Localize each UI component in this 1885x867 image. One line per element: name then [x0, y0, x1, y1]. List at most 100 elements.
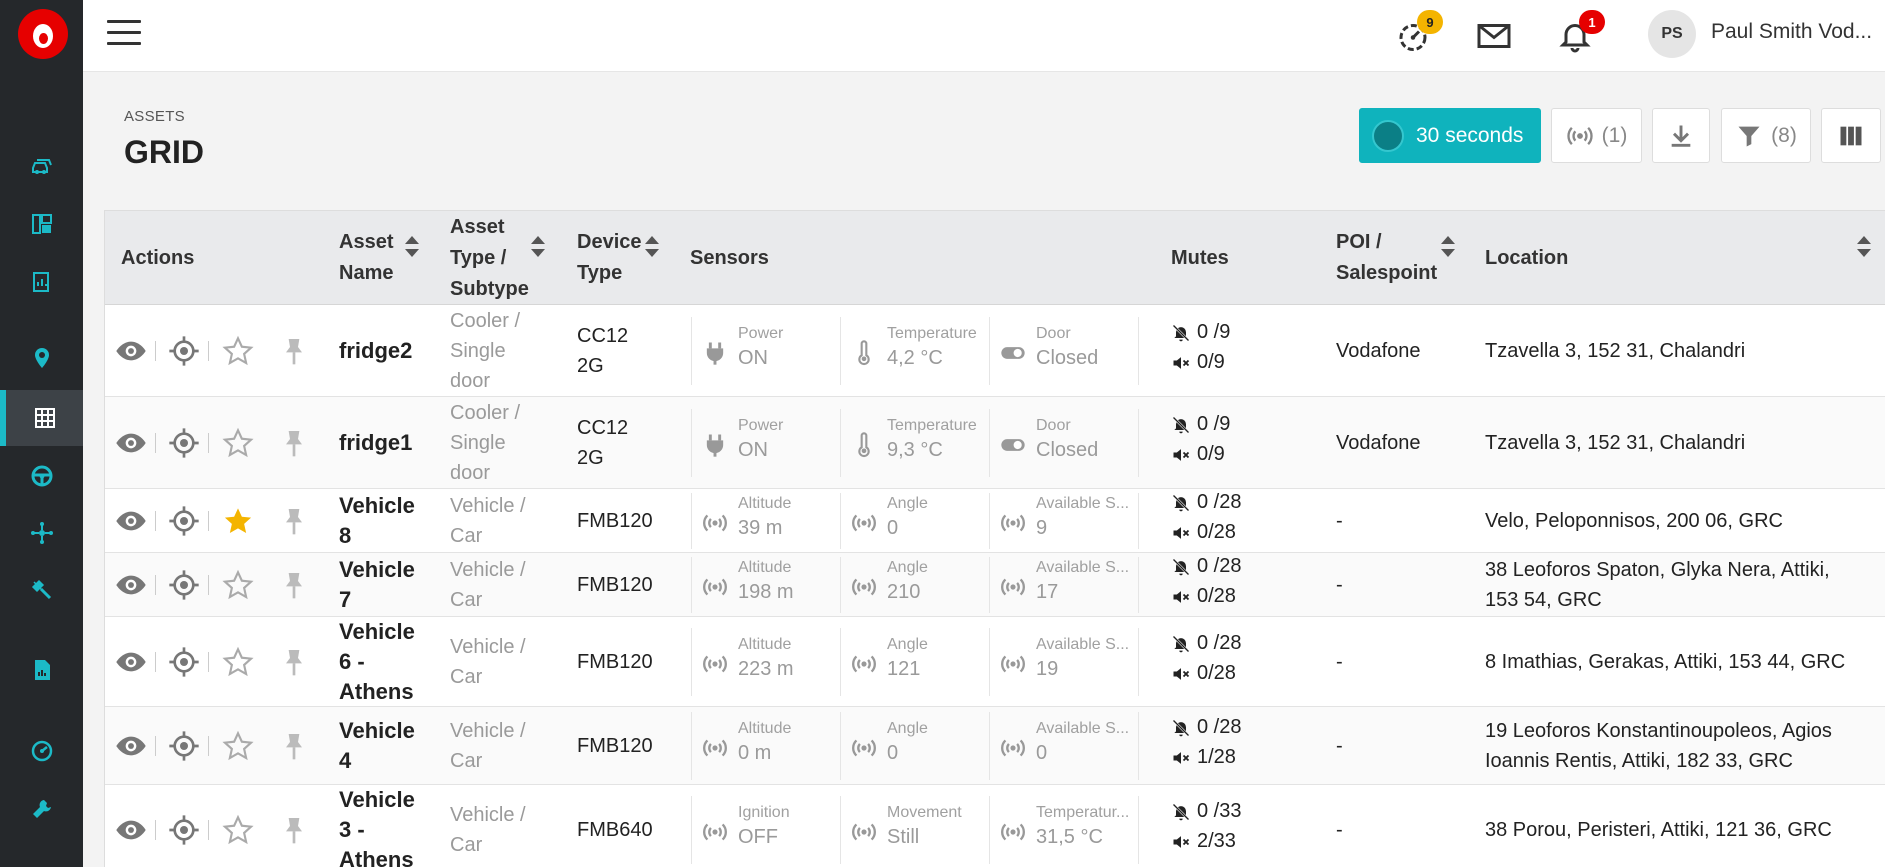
columns-button[interactable] — [1821, 108, 1881, 163]
device-type: FMB120 — [577, 506, 677, 536]
avatar[interactable]: PS — [1648, 10, 1696, 58]
user-name[interactable]: Paul Smith Vod... — [1711, 20, 1872, 44]
favorite-button[interactable] — [221, 504, 255, 538]
sidebar-item-wrench[interactable] — [0, 781, 83, 837]
header-poi[interactable]: POI / Salespoint — [1336, 227, 1437, 289]
view-button[interactable] — [114, 426, 148, 460]
sensor-label: Altitude — [738, 720, 792, 737]
pin-icon — [278, 814, 310, 846]
pin-button[interactable] — [277, 729, 311, 763]
mute-sound-value: 0/28 — [1197, 521, 1236, 543]
sensor-label: Ignition — [738, 804, 790, 821]
locate-button[interactable] — [167, 568, 201, 602]
view-button[interactable] — [114, 504, 148, 538]
filter-count: (8) — [1771, 123, 1797, 147]
view-button[interactable] — [114, 334, 148, 368]
favorite-button[interactable] — [221, 334, 255, 368]
locate-button[interactable] — [167, 729, 201, 763]
sidebar-item-documents[interactable] — [0, 642, 83, 698]
sidebar-item-grid[interactable] — [0, 390, 83, 446]
sidebar-item-driving[interactable] — [0, 448, 83, 504]
asset-type-line: Car — [450, 525, 483, 547]
toggle-icon — [998, 338, 1028, 368]
pin-button[interactable] — [277, 426, 311, 460]
pin-button[interactable] — [277, 813, 311, 847]
locate-button[interactable] — [167, 334, 201, 368]
header-asset-type-line3: Subtype — [450, 278, 529, 300]
locate-button[interactable] — [167, 504, 201, 538]
device-type-line: 2G — [577, 447, 604, 469]
favorite-button[interactable] — [221, 426, 255, 460]
tasks-button[interactable]: 9 — [1391, 10, 1443, 58]
table-row[interactable]: Vehicle 4 Vehicle / Car FMB120 Altitude 0 m Ang… — [105, 707, 1885, 785]
view-button[interactable] — [114, 729, 148, 763]
sensor-divider — [989, 409, 990, 477]
favorite-button[interactable] — [221, 729, 255, 763]
table-row[interactable]: fridge2 Cooler / Single door CC12 2G Power ON Te… — [105, 305, 1885, 397]
tasks-badge: 9 — [1417, 10, 1443, 34]
sensor-divider — [840, 796, 841, 864]
pin-button[interactable] — [277, 568, 311, 602]
view-button[interactable] — [114, 568, 148, 602]
location-line: 38 Porou, Peristeri, Attiki, 121 36, GRC — [1485, 819, 1832, 841]
view-button[interactable] — [114, 813, 148, 847]
favorite-button[interactable] — [221, 568, 255, 602]
download-button[interactable] — [1652, 108, 1710, 163]
asset-name: Vehicle 7 — [339, 555, 439, 615]
sensor-value: 121 — [887, 658, 921, 680]
sort-poi-icon[interactable] — [1441, 233, 1455, 261]
header-asset-type[interactable]: Asset Type / Subtype — [450, 212, 529, 305]
sidebar-item-reports[interactable] — [0, 254, 83, 310]
bell-off-icon — [1171, 557, 1191, 577]
sidebar-item-dashboard[interactable] — [0, 196, 83, 252]
table-row[interactable]: Vehicle 8 Vehicle / Car FMB120 Altitude 39 m An… — [105, 489, 1885, 553]
location: Tzavella 3, 152 31, Chalandri — [1485, 428, 1865, 458]
refresh-interval-button[interactable]: 30 seconds — [1359, 108, 1541, 163]
sort-location-icon[interactable] — [1857, 233, 1871, 261]
locate-button[interactable] — [167, 813, 201, 847]
table-row[interactable]: Vehicle 3 - Athens Vehicle / Car FMB640 Igniti… — [105, 785, 1885, 867]
pin-button[interactable] — [277, 645, 311, 679]
header-asset-name[interactable]: Asset Name — [339, 227, 393, 289]
locate-button[interactable] — [167, 645, 201, 679]
pin-button[interactable] — [277, 334, 311, 368]
pin-button[interactable] — [277, 504, 311, 538]
sort-asset-name-icon[interactable] — [405, 233, 419, 261]
device-type-line: FMB120 — [577, 510, 653, 532]
sidebar-item-tools[interactable] — [0, 562, 83, 618]
asset-type-line: door — [450, 370, 491, 392]
live-tracking-button[interactable]: (1) — [1551, 108, 1642, 163]
mute-notifications-value: 0 /28 — [1197, 632, 1242, 654]
sensor-label: Power — [738, 325, 784, 342]
sidebar-item-gauge[interactable] — [0, 723, 83, 779]
sensor-temperature: Temperature 4,2 °C — [841, 325, 989, 403]
sensor-divider — [1138, 493, 1139, 549]
sensor-value: 0 m — [738, 742, 772, 764]
sidebar-item-network[interactable] — [0, 505, 83, 561]
messages-button[interactable] — [1472, 14, 1516, 58]
sidebar-item-map[interactable] — [0, 330, 83, 386]
device-type: FMB120 — [577, 647, 677, 677]
location: Velo, Peloponnisos, 200 06, GRC — [1485, 506, 1865, 536]
favorite-button[interactable] — [221, 813, 255, 847]
header-location[interactable]: Location — [1485, 243, 1568, 274]
volume-mute-icon — [1171, 523, 1191, 543]
table-row[interactable]: Vehicle 7 Vehicle / Car FMB120 Altitude 198 m A… — [105, 553, 1885, 617]
filter-button[interactable]: (8) — [1721, 108, 1811, 163]
vodafone-logo[interactable] — [18, 9, 68, 59]
table-row[interactable]: fridge1 Cooler / Single door CC12 2G Power ON Te… — [105, 397, 1885, 489]
menu-toggle-button[interactable] — [107, 20, 141, 48]
star-filled-icon — [222, 505, 254, 537]
favorite-button[interactable] — [221, 645, 255, 679]
sidebar-item-fleet[interactable] — [0, 138, 83, 194]
table-row[interactable]: Vehicle 6 - Athens Vehicle / Car FMB120 Altitu… — [105, 617, 1885, 707]
locate-button[interactable] — [167, 426, 201, 460]
asset-type-line: Single — [450, 432, 506, 454]
sort-device-type-icon[interactable] — [645, 233, 659, 261]
asset-type-line: Vehicle / — [450, 636, 526, 658]
sort-asset-type-icon[interactable] — [531, 233, 545, 261]
breadcrumb: ASSETS — [124, 108, 185, 125]
header-device-type[interactable]: Device Type — [577, 227, 642, 289]
notifications-button[interactable]: 1 — [1553, 10, 1605, 58]
view-button[interactable] — [114, 645, 148, 679]
